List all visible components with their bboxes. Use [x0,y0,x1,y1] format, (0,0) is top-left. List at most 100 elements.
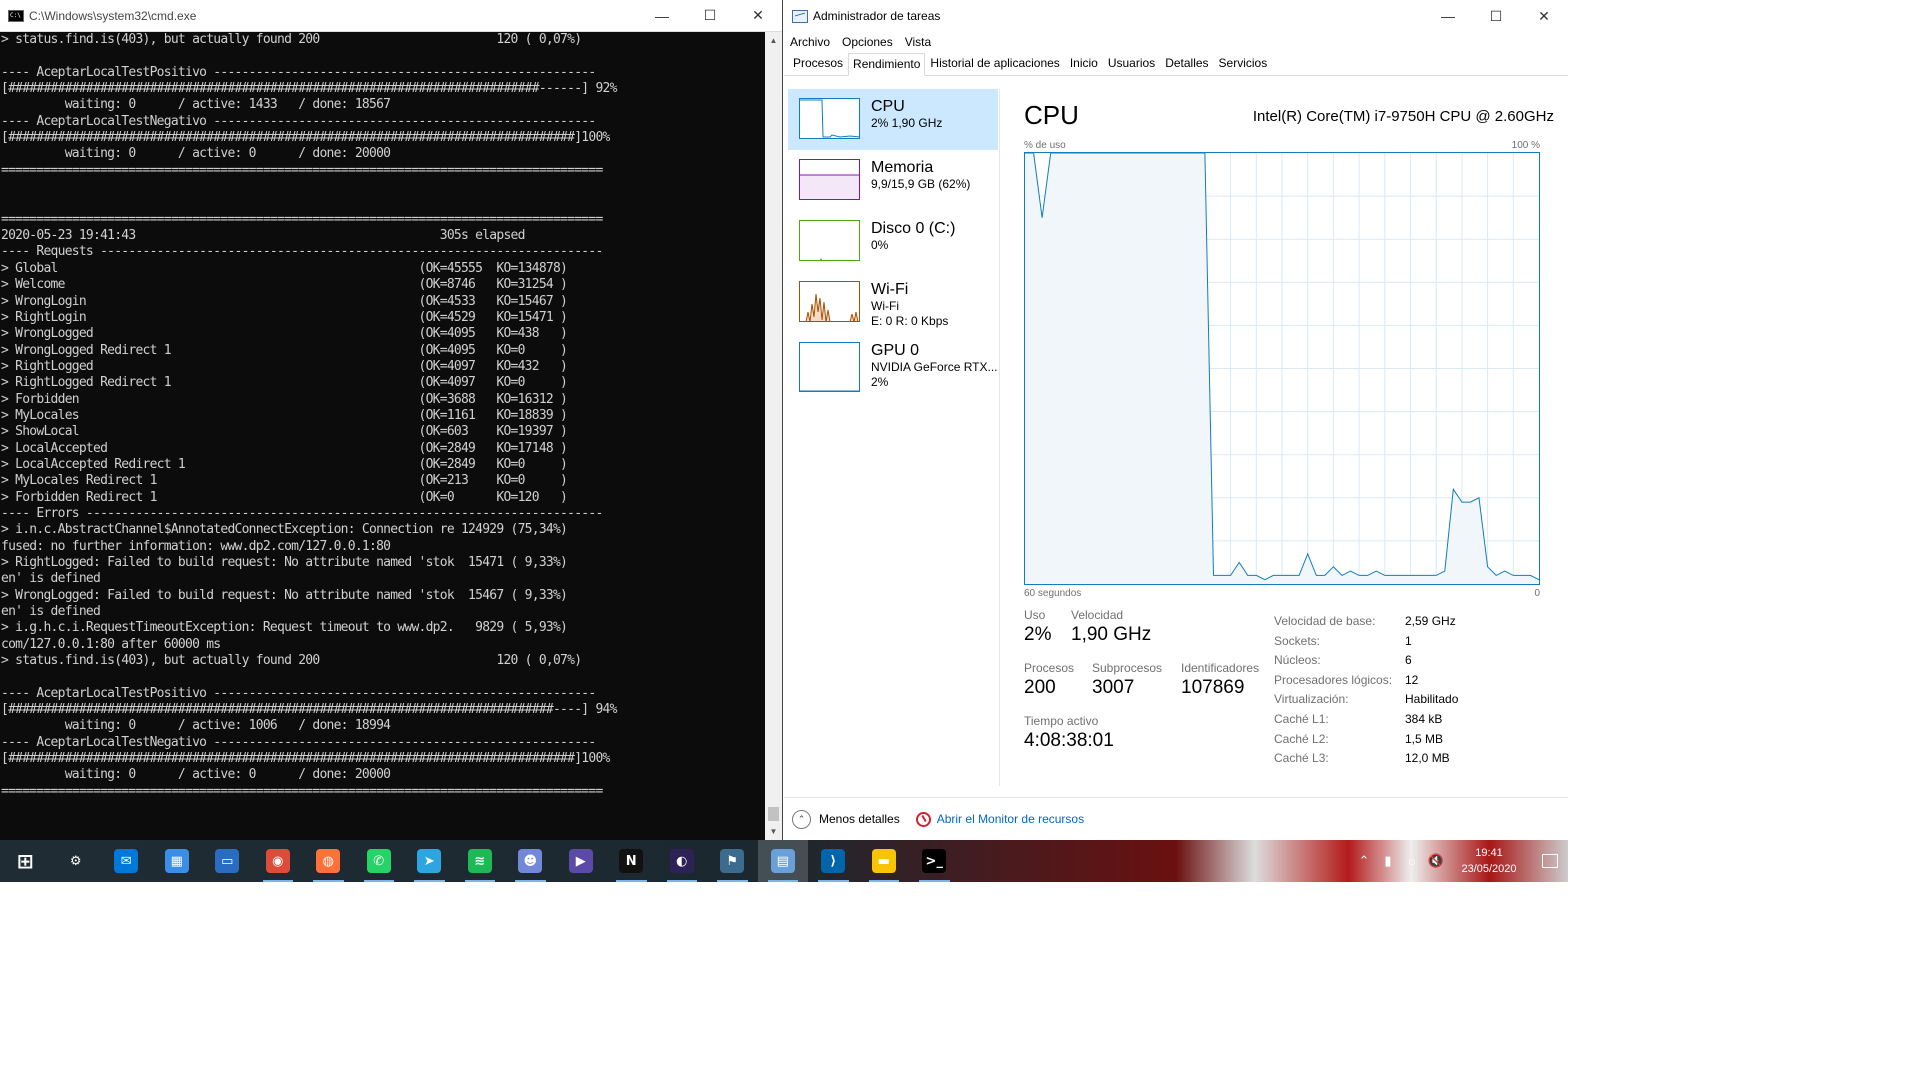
chevron-up-icon[interactable]: ⌃ [1352,853,1376,869]
tab-rendimiento[interactable]: Rendimiento [848,53,926,76]
volume-muted-icon[interactable]: 🔇 [1424,853,1448,869]
resource-subtitle-2: 2% [871,375,889,389]
spotify-icon[interactable]: ≋ [455,840,506,882]
console-line: > LocalAccepted (OK=2849 KO=17148 ) [1,440,568,456]
stat-label-subprocesos: Subprocesos [1092,661,1163,675]
panel-divider [999,89,1000,786]
console-line: > Global (OK=45555 KO=134878) [1,260,568,276]
console-line: com/127.0.0.1:80 after 60000 ms [1,636,221,652]
close-button[interactable]: ✕ [1520,0,1568,32]
menu-opciones[interactable]: Opciones [842,35,899,49]
cmd-console-output[interactable]: > status.find.is(403), but actually foun… [0,32,766,840]
file-explorer-icon[interactable]: ▬ [859,840,910,882]
stat-label-uso: Uso [1024,608,1046,622]
resource-title: Memoria [871,159,934,176]
spec-row: Caché L1: 384 kB [1274,712,1458,732]
resource-item-disco[interactable]: Disco 0 (C:) 0% [788,211,998,272]
cpu-stats: Uso 2% Velocidad 1,90 GHz Procesos 200 S… [1024,608,1554,798]
wifi-icon[interactable]: ○ [1400,854,1424,869]
scroll-up-arrow-icon[interactable]: ▲ [765,32,782,49]
eclipse-icon[interactable]: ◐ [657,840,708,882]
resource-title: CPU [871,98,905,115]
scroll-down-arrow-icon[interactable]: ▼ [765,823,782,840]
resource-item-gpu[interactable]: GPU 0 NVIDIA GeForce RTX... 2% [788,333,998,411]
tm-titlebar[interactable]: Administrador de tareas — ☐ ✕ [784,0,1568,32]
telegram-icon[interactable]: ➤ [404,840,455,882]
mysql-workbench-icon[interactable]: ⚑ [707,840,758,882]
start-button[interactable]: ⊞ [0,840,51,882]
tm-tabbar: Procesos Rendimiento Historial de aplica… [784,52,1568,76]
tab-usuarios[interactable]: Usuarios [1103,52,1160,75]
discord-icon-glyph: ☻ [518,849,543,873]
resource-title: Disco 0 (C:) [871,220,956,237]
close-button[interactable]: ✕ [734,0,782,31]
firefox-icon[interactable]: ◍ [303,840,354,882]
tab-procesos[interactable]: Procesos [788,52,848,75]
scrollbar-thumb[interactable] [768,807,779,821]
battery-icon[interactable]: ▮ [1376,853,1400,869]
console-line: ---- AceptarLocalTestNegativo ----------… [1,113,596,129]
spec-key: Caché L2: [1274,731,1329,746]
console-line: en' is defined [1,604,101,620]
spec-row: Caché L3: 12,0 MB [1274,751,1458,771]
spec-value: 12 [1405,672,1419,687]
console-line: waiting: 0 / active: 1433 / done: 18567 [1,97,391,113]
tab-servicios[interactable]: Servicios [1214,52,1273,75]
menu-archivo[interactable]: Archivo [790,35,836,49]
console-line: waiting: 0 / active: 0 / done: 20000 [1,146,391,162]
vscode-icon[interactable]: ⟩ [808,840,859,882]
remote-desktop-icon[interactable]: ▭ [202,840,253,882]
whatsapp-icon[interactable]: ✆ [354,840,405,882]
cpu-heading: CPU [1024,100,1079,130]
console-text: > status.find.is(403), but actually foun… [1,32,766,800]
cpu-mini-graph [799,98,860,139]
console-line: ---- AceptarLocalTestNegativo ----------… [1,734,596,750]
tab-inicio[interactable]: Inicio [1065,52,1103,75]
system-clock[interactable]: 19:41 23/05/2020 [1454,845,1524,877]
notification-center-icon[interactable] [1532,854,1568,868]
cmd-scrollbar[interactable]: ▲ ▼ [765,32,782,840]
spec-key: Sockets: [1274,633,1321,648]
explorer-board-icon[interactable]: ▦ [152,840,203,882]
stat-value-procesos: 200 [1024,677,1056,698]
cmd-titlebar[interactable]: C:\Windows\system32\cmd.exe — ☐ ✕ [0,0,782,32]
stat-value-subprocesos: 3007 [1092,677,1135,698]
spec-row: Caché L2: 1,5 MB [1274,732,1458,752]
open-resource-monitor-link[interactable]: Abrir el Monitor de recursos [937,812,1084,826]
chevron-up-icon[interactable]: ⌃ [792,809,811,829]
settings-icon[interactable]: ⚙ [51,840,102,882]
spec-row: Velocidad de base: 2,59 GHz [1274,614,1458,634]
resource-item-wifi[interactable]: Wi-Fi Wi-Fi E: 0 R: 0 Kbps [788,272,998,333]
chrome-icon[interactable]: ◉ [253,840,304,882]
console-line: waiting: 0 / active: 1006 / done: 18994 [1,718,391,734]
minimize-button[interactable]: — [638,0,686,31]
tab-historial[interactable]: Historial de aplicaciones [925,52,1064,75]
fewer-details-button[interactable]: Menos detalles [819,812,900,826]
graph-y-max: 100 % [1511,140,1540,151]
tab-detalles[interactable]: Detalles [1160,52,1213,75]
cpu-detail-panel: CPU Intel(R) Core(TM) i7-9750H CPU @ 2.6… [1024,77,1554,798]
cmd-icon[interactable]: >_ [909,840,960,882]
maximize-button[interactable]: ☐ [686,0,734,31]
graph-x-end: 0 [1534,588,1540,599]
mysql-workbench-icon-glyph: ⚑ [720,849,745,873]
menu-vista[interactable]: Vista [905,35,937,49]
netflix-icon[interactable]: N [606,840,657,882]
resource-subtitle: Wi-Fi [871,299,899,313]
resource-item-memoria[interactable]: Memoria 9,9/15,9 GB (62%) [788,150,998,211]
cpu-spec-table: Velocidad de base: 2,59 GHz Sockets: 1 Núc… [1274,614,1458,771]
mail-icon[interactable]: ✉ [101,840,152,882]
resource-subtitle-2: E: 0 R: 0 Kbps [871,314,949,328]
discord-icon[interactable]: ☻ [505,840,556,882]
media-player-icon[interactable]: ▶ [556,840,607,882]
task-manager-icon[interactable]: ▤ [757,840,808,882]
console-line: > LocalAccepted Redirect 1 (OK=2849 KO=0… [1,456,568,472]
console-line: 2020-05-23 19:41:43 305s elapsed [1,228,525,244]
console-line: ========================================… [1,211,603,227]
console-line: ---- Errors ----------------------------… [1,505,603,521]
graph-x-label: 60 segundos [1024,588,1082,599]
minimize-button[interactable]: — [1424,0,1472,32]
spec-key: Núcleos: [1274,653,1321,668]
resource-item-cpu[interactable]: CPU 2% 1,90 GHz [788,89,998,150]
maximize-button[interactable]: ☐ [1472,0,1520,32]
